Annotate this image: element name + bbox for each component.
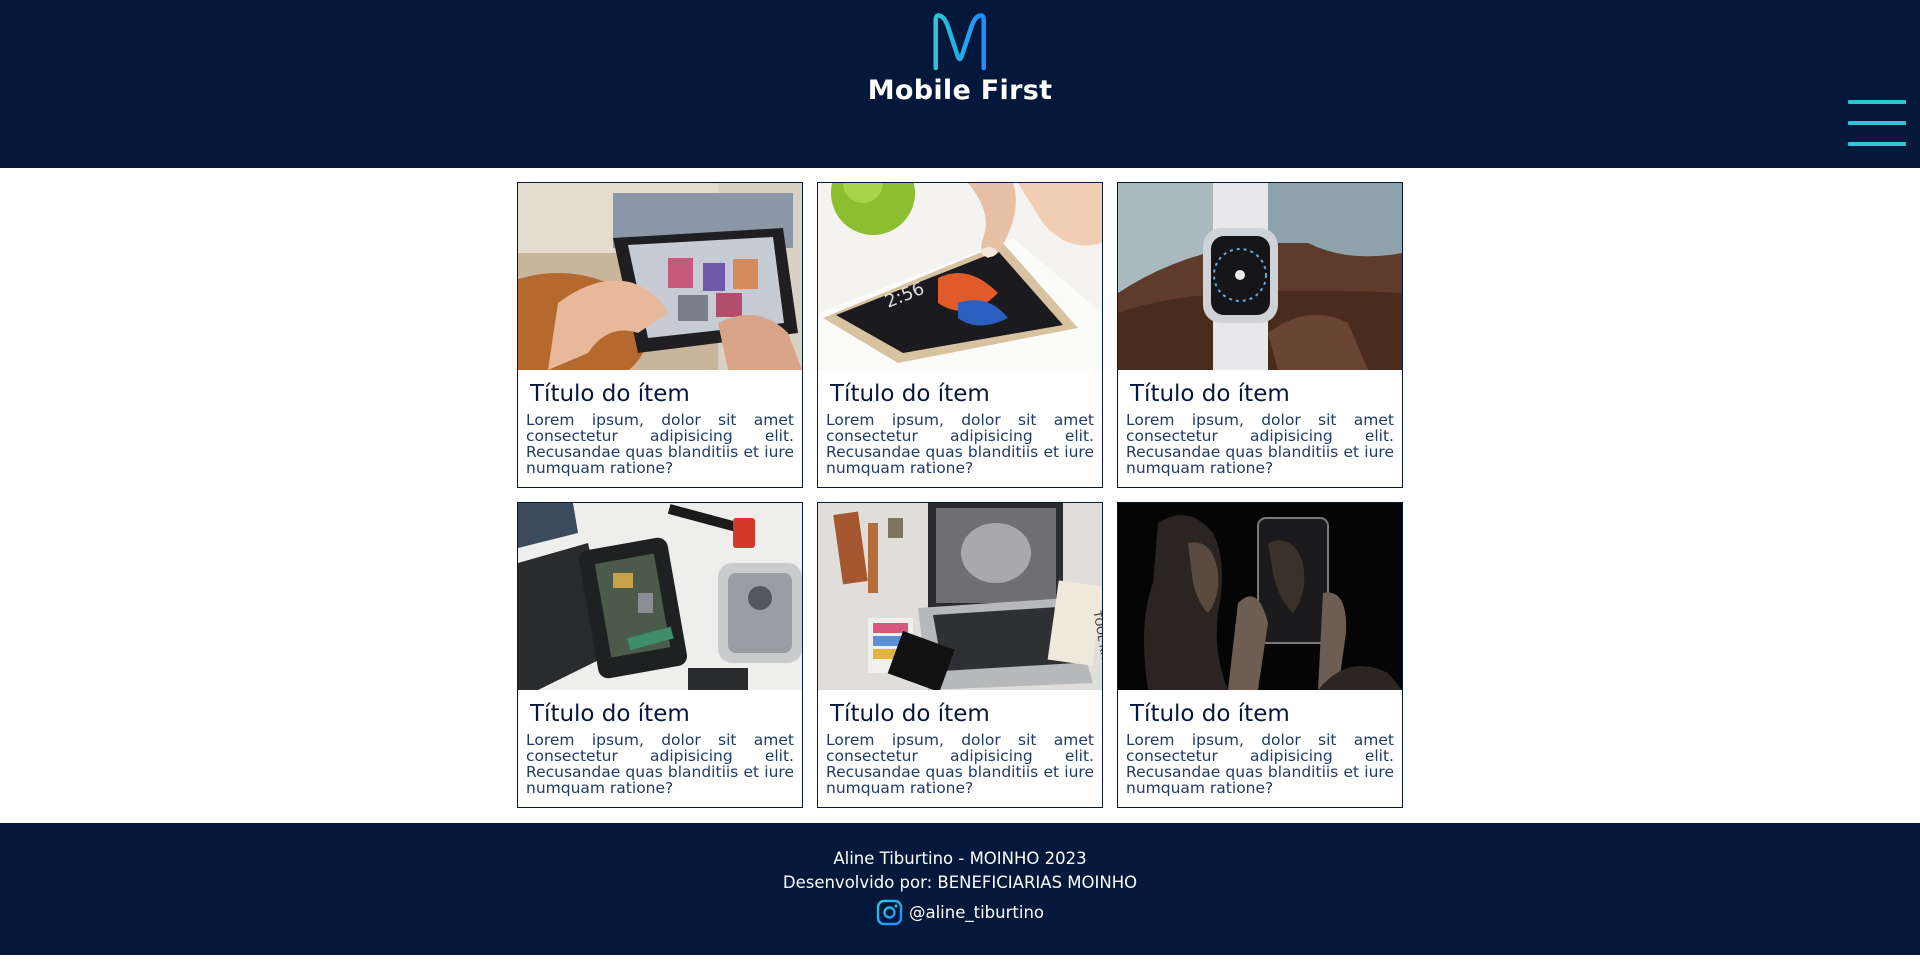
footer-social-link[interactable]: @aline_tiburtino — [0, 899, 1920, 926]
card[interactable]: TOOL KIT Título do ítem Lorem ipsum, dol… — [817, 502, 1103, 808]
card[interactable]: Título do ítem Lorem ipsum, dolor sit am… — [517, 182, 803, 488]
footer-credits: Aline Tiburtino - MOINHO 2023 — [833, 849, 1087, 868]
disassembled-phones-photo — [518, 503, 802, 690]
card-text: Lorem ipsum, dolor sit amet consectetur … — [526, 731, 794, 797]
card[interactable]: Título do ítem Lorem ipsum, dolor sit am… — [1117, 502, 1403, 808]
card-title: Título do ítem — [1130, 381, 1290, 407]
card-text: Lorem ipsum, dolor sit amet consectetur … — [1126, 731, 1394, 797]
woman-phone-reflection-photo — [1118, 503, 1402, 690]
logo[interactable]: Mobile First — [868, 10, 1053, 106]
logo-text: Mobile First — [867, 75, 1053, 106]
card-title: Título do ítem — [530, 701, 690, 727]
menu-bar — [1848, 121, 1906, 125]
logo-m-icon — [933, 13, 987, 71]
tablet-in-hands-photo — [518, 183, 802, 370]
card-title: Título do ítem — [1130, 701, 1290, 727]
footer-developer: Desenvolvido por: BENEFICIARIAS MOINHO — [782, 873, 1138, 892]
smartphone-finger-photo: 2:56 — [818, 183, 1102, 370]
site-header: Mobile First — [0, 0, 1920, 168]
card[interactable]: 2:56 Título do ítem Lorem ipsum, dolor s… — [817, 182, 1103, 488]
card-title: Título do ítem — [830, 701, 990, 727]
instagram-icon — [876, 899, 903, 926]
menu-bar — [1848, 142, 1906, 146]
instagram-handle[interactable]: @aline_tiburtino — [909, 903, 1044, 922]
smartwatch-wrist-photo — [1118, 183, 1402, 370]
card-text: Lorem ipsum, dolor sit amet consectetur … — [1126, 411, 1394, 477]
card-grid: Título do ítem Lorem ipsum, dolor sit am… — [517, 182, 1403, 808]
card-text: Lorem ipsum, dolor sit amet consectetur … — [526, 411, 794, 477]
card-title: Título do ítem — [830, 381, 990, 407]
card[interactable]: Título do ítem Lorem ipsum, dolor sit am… — [517, 502, 803, 808]
card-text: Lorem ipsum, dolor sit amet consectetur … — [826, 411, 1094, 477]
hamburger-menu-icon[interactable] — [1848, 98, 1908, 150]
site-footer: Aline Tiburtino - MOINHO 2023 Desenvolvi… — [0, 823, 1920, 955]
card-text: Lorem ipsum, dolor sit amet consectetur … — [826, 731, 1094, 797]
card[interactable]: Título do ítem Lorem ipsum, dolor sit am… — [1117, 182, 1403, 488]
laptop-desk-photo: TOOL KIT — [818, 503, 1102, 690]
card-title: Título do ítem — [530, 381, 690, 407]
menu-bar — [1848, 100, 1906, 104]
